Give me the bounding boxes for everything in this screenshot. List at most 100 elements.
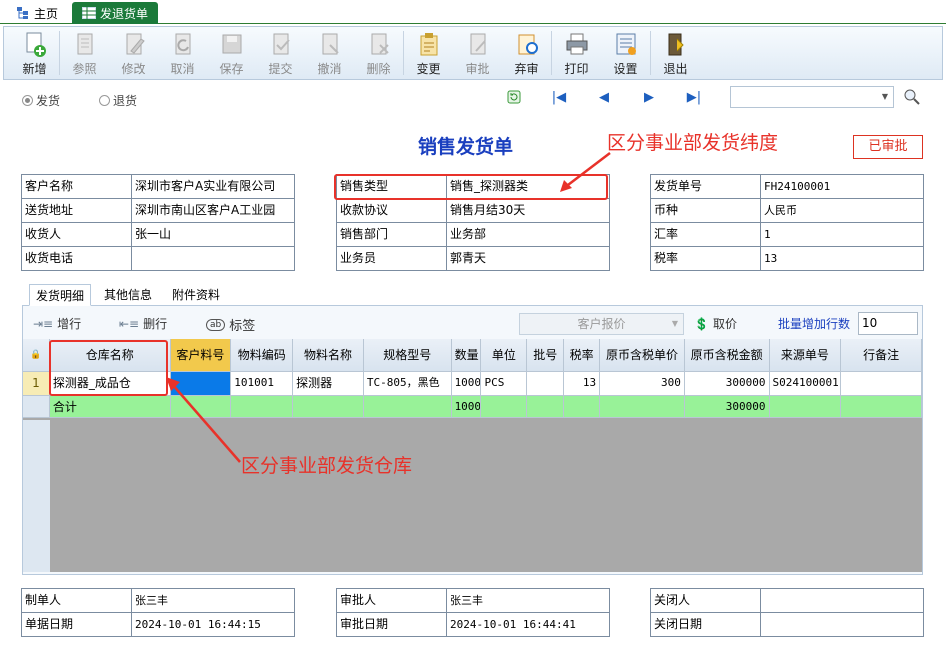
toolbar-save-button[interactable]: 保存 (207, 27, 256, 79)
field-label: 销售部门 (337, 223, 447, 246)
field-value[interactable] (761, 589, 923, 612)
field-value[interactable]: 张三丰 (132, 589, 294, 612)
prev-record-icon[interactable]: ◀ (596, 90, 612, 106)
field-value[interactable]: 1 (761, 223, 923, 246)
first-record-icon[interactable]: |◀ (551, 90, 567, 106)
toolbar-revoke-button[interactable]: 撤消 (305, 27, 354, 79)
field-label: 收货电话 (22, 247, 132, 270)
cell-item_name[interactable]: 探测器 (293, 372, 364, 396)
cell-source[interactable]: S024100001 (769, 372, 842, 396)
cell-tax[interactable]: 13 (564, 372, 601, 396)
radio-return-dot (99, 95, 110, 106)
toolbar-approve-button[interactable]: 审批 (453, 27, 502, 79)
radio-return[interactable]: 退货 (99, 92, 137, 109)
grid-column-header[interactable]: 规格型号 (363, 339, 452, 372)
field-value[interactable]: 13 (761, 247, 923, 270)
tab-other-info[interactable]: 其他信息 (98, 284, 158, 306)
header-left-row: 送货地址 深圳市南山区客户A工业园 (22, 199, 294, 223)
grid-column-header[interactable]: 原币含税金额 (684, 339, 770, 372)
refresh-icon[interactable] (506, 90, 522, 106)
grid-column-header[interactable]: 单位 (481, 339, 528, 372)
tag-button[interactable]: ab 标签 (206, 315, 255, 334)
tab-home[interactable]: 主页 (8, 2, 66, 24)
toolbar-abandon-label: 弃审 (514, 62, 539, 76)
toolbar-change-button[interactable]: 变更 (404, 27, 453, 79)
grid-column-header[interactable]: 税率 (564, 339, 601, 372)
toolbar-exit-label: 退出 (663, 62, 688, 76)
field-value[interactable]: 深圳市南山区客户A工业园 (132, 199, 294, 222)
cell-unit[interactable]: PCS (481, 372, 528, 396)
field-value[interactable]: 销售月结30天 (447, 199, 609, 222)
field-value[interactable]: 人民币 (761, 199, 923, 222)
get-price-button[interactable]: 💲 取价 (694, 315, 737, 332)
toolbar-edit-button[interactable]: 修改 (109, 27, 158, 79)
record-search-combo[interactable]: ▼ (730, 86, 894, 108)
field-value[interactable]: 业务部 (447, 223, 609, 246)
field-value[interactable]: 郭青天 (447, 247, 609, 270)
grid-column-header[interactable]: 原币含税单价 (600, 339, 685, 372)
field-value[interactable]: 深圳市客户A实业有限公司 (132, 175, 294, 198)
home-tree-icon (17, 7, 28, 19)
toolbar-exit-button[interactable]: 退出 (651, 27, 700, 79)
cell-price[interactable]: 300 (600, 372, 685, 396)
tab-shipment-order[interactable]: 发退货单 (72, 2, 159, 24)
customer-quote-select[interactable]: 客户报价 ▼ (519, 313, 684, 335)
field-value[interactable]: 2024-10-01 16:44:15 (132, 613, 294, 636)
toolbar-new-button[interactable]: 新增 (10, 27, 59, 79)
toolbar-abandon-button[interactable]: 弃审 (502, 27, 551, 79)
grid-column-header[interactable]: 客户料号 (170, 339, 232, 372)
table-icon (82, 7, 96, 19)
field-label: 发货单号 (651, 175, 761, 198)
footer-right-row: 关闭日期 (651, 613, 923, 637)
grid-column-header[interactable]: 批号 (527, 339, 565, 372)
radio-ship[interactable]: 发货 (22, 92, 60, 109)
sum-row-marker (23, 396, 50, 418)
grid-column-header[interactable]: 物料编码 (231, 339, 294, 372)
tag-icon: ab (206, 318, 226, 331)
field-value[interactable]: FH24100001 (761, 175, 923, 198)
cell-spec[interactable]: TC-805，黑色 (363, 372, 452, 396)
toolbar-submit-button[interactable]: 提交 (256, 27, 305, 79)
grid-column-header[interactable]: 物料名称 (293, 339, 364, 372)
toolbar-print-button[interactable]: 打印 (552, 27, 601, 79)
radio-ship-label: 发货 (36, 94, 61, 108)
cell-amount[interactable]: 300000 (684, 372, 770, 396)
delete-row-button[interactable]: ⇤≡ 删行 (119, 315, 167, 332)
tab-attachments[interactable]: 附件资料 (166, 284, 226, 306)
field-value[interactable]: 张三丰 (447, 589, 609, 612)
cell-remark[interactable] (841, 372, 922, 396)
footer-creator-group: 制单人 张三丰 单据日期 2024-10-01 16:44:15 (21, 588, 295, 637)
field-value[interactable] (761, 613, 923, 636)
toolbar-delete-button[interactable]: 删除 (354, 27, 403, 79)
batch-add-input[interactable]: 10 (858, 312, 918, 335)
header-left-row: 收货人 张一山 (22, 223, 294, 247)
footer-left-row: 单据日期 2024-10-01 16:44:15 (22, 613, 294, 637)
toolbar-settings-button[interactable]: 设置 (601, 27, 650, 79)
grid-column-header[interactable]: 数量 (451, 339, 482, 372)
toolbar-cancel-button[interactable]: 取消 (158, 27, 207, 79)
cell-batch[interactable] (527, 372, 565, 396)
grid-column-header[interactable]: 来源单号 (769, 339, 842, 372)
delete-row-icon: ⇤≡ (119, 316, 140, 331)
submit-icon (268, 30, 294, 58)
delete-row-label: 删行 (143, 317, 168, 331)
sum-cell-amount: 300000 (684, 396, 770, 418)
tab-detail-lines[interactable]: 发货明细 (29, 284, 92, 306)
toolbar-save-label: 保存 (219, 62, 244, 76)
delete-icon (366, 30, 392, 58)
toolbar-ref-button[interactable]: 参照 (60, 27, 109, 79)
field-value[interactable]: 张一山 (132, 223, 294, 246)
field-value[interactable]: 2024-10-01 16:44:41 (447, 613, 609, 636)
grid-column-header[interactable]: 行备注 (841, 339, 922, 372)
field-value[interactable] (132, 247, 294, 270)
add-row-button[interactable]: ⇥≡ 增行 (33, 315, 81, 332)
toolbar-submit-label: 提交 (268, 62, 293, 76)
cell-qty[interactable]: 1000 (451, 372, 482, 396)
last-record-icon[interactable]: ▶| (686, 90, 702, 106)
exit-icon (663, 30, 689, 58)
chevron-down-icon[interactable]: ▼ (877, 87, 893, 107)
field-label: 制单人 (22, 589, 132, 612)
search-icon[interactable] (903, 88, 921, 109)
footer-approver-group: 审批人 张三丰 审批日期 2024-10-01 16:44:41 (336, 588, 610, 637)
next-record-icon[interactable]: ▶ (641, 90, 657, 106)
